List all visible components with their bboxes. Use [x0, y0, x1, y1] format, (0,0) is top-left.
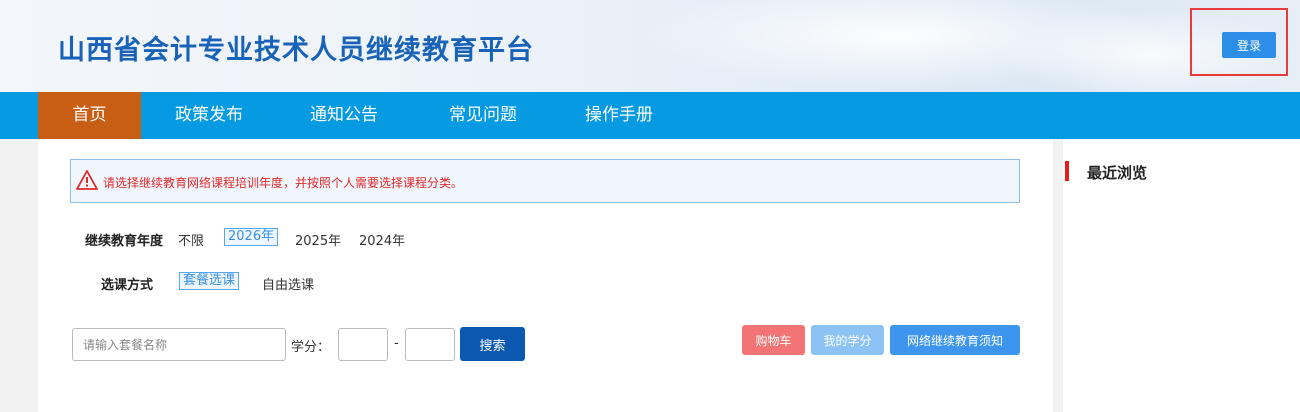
nav-item-policy[interactable]: 政策发布 — [161, 92, 257, 139]
credit-range-separator: - — [394, 336, 399, 351]
nav-item-manual[interactable]: 操作手册 — [571, 92, 667, 139]
cart-button[interactable]: 购物车 — [742, 325, 805, 355]
my-credits-button[interactable]: 我的学分 — [811, 325, 884, 355]
mode-option-package[interactable]: 套餐选课 — [179, 272, 240, 290]
notice-text: 请选择继续教育网络课程培训年度，并按照个人需要选择课程分类。 — [103, 176, 464, 190]
recent-views-title: 最近浏览 — [1087, 164, 1148, 182]
section-accent-bar — [1065, 161, 1069, 181]
year-option-any[interactable]: 不限 — [178, 230, 204, 249]
warning-icon — [76, 170, 98, 190]
nav-item-faq[interactable]: 常见问题 — [435, 92, 531, 139]
package-name-search-input[interactable] — [72, 328, 286, 361]
nav-item-announcements[interactable]: 通知公告 — [296, 92, 392, 139]
search-button[interactable]: 搜索 — [460, 327, 525, 361]
nav-item-home[interactable]: 首页 — [38, 92, 141, 139]
main-nav: 首页 政策发布 通知公告 常见问题 操作手册 — [0, 92, 1300, 139]
notice-banner: 请选择继续教育网络课程培训年度，并按照个人需要选择课程分类。 — [70, 159, 1020, 203]
site-title: 山西省会计专业技术人员继续教育平台 — [58, 35, 534, 66]
credit-min-input[interactable] — [338, 328, 388, 361]
year-option-2025[interactable]: 2025年 — [295, 230, 341, 249]
credit-label: 学分： — [291, 340, 331, 355]
login-button[interactable]: 登录 — [1222, 32, 1276, 58]
mode-option-free[interactable]: 自由选课 — [262, 274, 314, 293]
year-option-2024[interactable]: 2024年 — [359, 230, 405, 249]
mode-filter-label: 选课方式 — [101, 278, 154, 293]
credit-max-input[interactable] — [405, 328, 455, 361]
year-filter-label: 继续教育年度 — [85, 234, 164, 249]
year-option-2026[interactable]: 2026年 — [224, 228, 279, 246]
education-notice-button[interactable]: 网络继续教育须知 — [890, 325, 1020, 355]
